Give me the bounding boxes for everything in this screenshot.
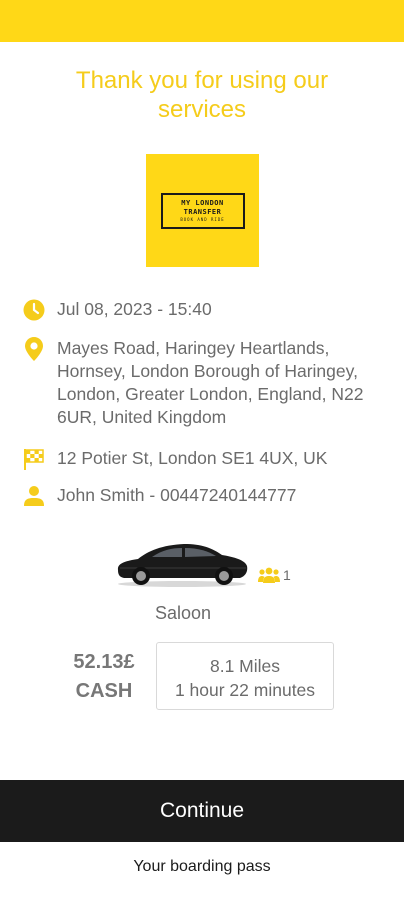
trip-distance: 8.1 Miles [209, 656, 281, 676]
vehicle-type: Saloon [154, 603, 212, 623]
passenger-count: 1 [283, 567, 291, 583]
page-title: Thank you for using our services [75, 67, 329, 123]
group-icon [258, 567, 280, 583]
passenger-row: John Smith - 00447240144777 [22, 484, 392, 508]
logo-text-line1: MY LONDON [181, 198, 224, 207]
person-icon [22, 484, 46, 508]
fare-summary: 52.13£ CASH [60, 648, 148, 706]
dropoff-row: 12 Potier St, London SE1 4UX, UK [22, 447, 392, 471]
continue-button[interactable]: Continue [0, 780, 404, 842]
fare-amount: 52.13£ [73, 651, 135, 673]
trip-duration: 1 hour 22 minutes [174, 680, 316, 700]
logo-text-line2: TRANSFER [183, 207, 222, 216]
logo-text-line3: BOOK AND RIDE [180, 216, 225, 222]
passenger-capacity: 1 [258, 567, 291, 583]
trip-info-box: 8.1 Miles 1 hour 22 minutes [156, 642, 334, 710]
location-pin-icon [22, 337, 46, 361]
booking-datetime: Jul 08, 2023 - 15:40 [57, 299, 212, 319]
clock-icon [22, 298, 46, 322]
passenger-info: John Smith - 00447240144777 [57, 485, 297, 505]
pickup-row: Mayes Road, Haringey Heartlands, Hornsey… [22, 337, 392, 429]
top-bar [0, 0, 404, 42]
logo-frame: MY LONDON TRANSFER BOOK AND RIDE [160, 192, 245, 229]
payment-method: CASH [75, 680, 133, 702]
pickup-address: Mayes Road, Haringey Heartlands, Hornsey… [57, 338, 364, 427]
boarding-pass-link[interactable]: Your boarding pass [0, 858, 404, 876]
datetime-row: Jul 08, 2023 - 15:40 [22, 298, 392, 322]
dropoff-address: 12 Potier St, London SE1 4UX, UK [57, 448, 328, 468]
car-image [112, 538, 252, 588]
checkered-flag-icon [22, 447, 46, 471]
company-logo: MY LONDON TRANSFER BOOK AND RIDE [146, 154, 259, 267]
